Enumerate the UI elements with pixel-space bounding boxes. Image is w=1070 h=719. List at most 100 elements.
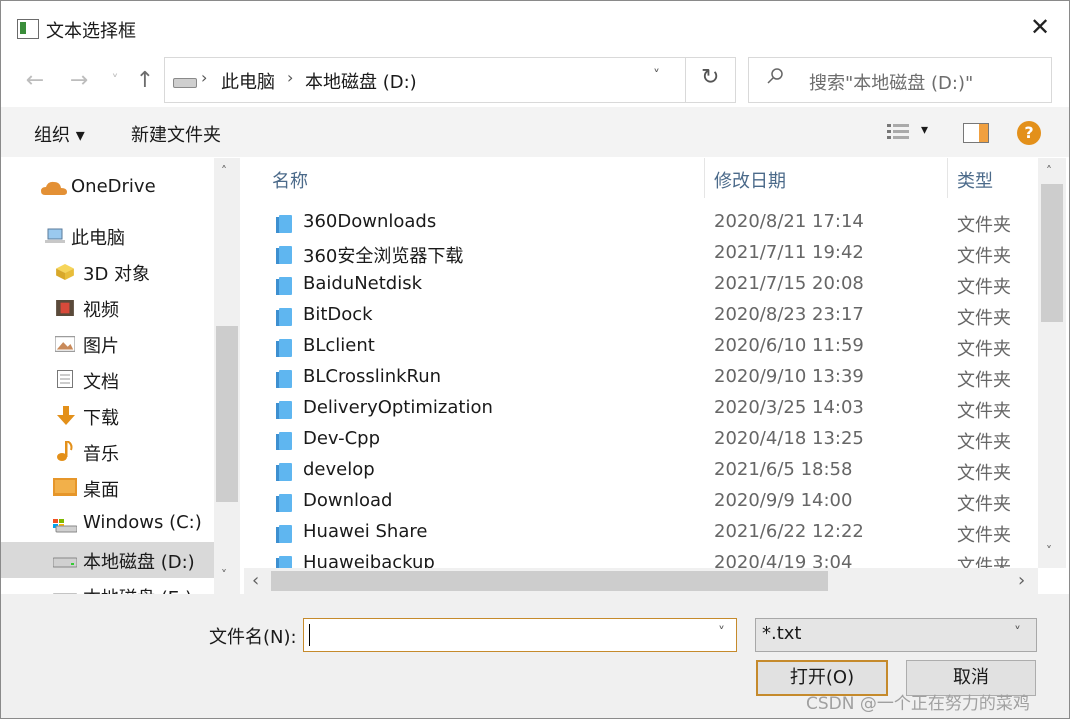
scroll-up-arrow[interactable]: ˄ [1046, 164, 1052, 178]
search-box[interactable]: 搜索"本地磁盘 (D:)" [748, 57, 1052, 103]
sidebar-item-label: 视频 [83, 300, 119, 321]
organize-menu[interactable]: 组织 ▾ [34, 121, 85, 147]
file-type: 文件夹 [957, 339, 1011, 360]
chevron-down-icon: ˅ [1014, 625, 1021, 641]
sidebar-item-label: Windows (C:) [83, 512, 202, 533]
file-name: DeliveryOptimization [303, 397, 493, 418]
file-name: Download [303, 490, 393, 511]
table-row[interactable]: 360安全浏览器下载 2021/7/11 19:42 文件夹 [244, 239, 1038, 270]
filename-field[interactable]: ˅ [303, 618, 737, 652]
vertical-scroll-thumb[interactable] [1041, 184, 1063, 322]
table-row[interactable]: 360Downloads 2020/8/21 17:14 文件夹 [244, 208, 1038, 239]
view-details-icon[interactable] [887, 123, 909, 141]
column-header-name[interactable]: 名称 [272, 167, 308, 209]
file-modified-date: 2021/6/5 18:58 [714, 459, 853, 480]
file-modified-date: 2021/6/22 12:22 [714, 521, 864, 542]
file-modified-date: 2020/3/25 14:03 [714, 397, 864, 418]
windows-drive-icon [53, 519, 77, 533]
file-name: Dev-Cpp [303, 428, 381, 449]
file-type: 文件夹 [957, 308, 1011, 329]
forward-button[interactable]: → [65, 67, 93, 95]
scroll-up-arrow[interactable]: ˄ [221, 164, 227, 178]
file-name: Huaweibackup [303, 552, 435, 568]
scroll-right-arrow[interactable]: › [1018, 570, 1025, 591]
sidebar-item-videos[interactable]: 视频 [1, 290, 214, 326]
file-type-value: *.txt [762, 623, 802, 644]
preview-pane-icon[interactable] [963, 123, 989, 143]
sidebar-item-desktop[interactable]: 桌面 [1, 470, 214, 506]
file-modified-date: 2021/7/11 19:42 [714, 242, 864, 263]
table-row[interactable]: BLclient 2020/6/10 11:59 文件夹 [244, 332, 1038, 363]
file-type: 文件夹 [957, 463, 1011, 484]
app-icon [17, 19, 39, 39]
sidebar-item-label: 音乐 [83, 444, 119, 465]
column-divider[interactable] [704, 158, 705, 198]
table-row[interactable]: BLCrosslinkRun 2020/9/10 13:39 文件夹 [244, 363, 1038, 394]
table-row[interactable]: Huaweibackup 2020/4/19 3:04 文件夹 [244, 549, 1038, 568]
filename-label: 文件名(N): [209, 627, 297, 648]
sidebar-item-label: 文档 [83, 372, 119, 393]
up-button[interactable]: ↑ [131, 67, 159, 95]
horizontal-scroll-thumb[interactable] [271, 571, 828, 591]
file-modified-date: 2020/4/18 13:25 [714, 428, 864, 449]
sidebar-item-documents[interactable]: 文档 [1, 362, 214, 398]
column-header-type[interactable]: 类型 [957, 167, 993, 209]
sidebar-item-local-disk-d[interactable]: 本地磁盘 (D:) [1, 542, 214, 578]
file-type-filter[interactable]: *.txt ˅ [755, 618, 1037, 652]
sidebar-item-label: 本地磁盘 (E:) [83, 584, 192, 594]
file-type: 文件夹 [957, 215, 1011, 236]
folder-icon [276, 215, 292, 233]
sidebar-item-label: 此电脑 [71, 228, 125, 249]
sidebar-item-downloads[interactable]: 下载 [1, 398, 214, 434]
new-folder-button[interactable]: 新建文件夹 [131, 121, 221, 147]
file-name: 360Downloads [303, 211, 437, 232]
folder-icon [276, 556, 292, 568]
file-type: 文件夹 [957, 525, 1011, 546]
drive-icon [53, 557, 77, 568]
navigation-scroll-thumb[interactable] [216, 326, 238, 502]
table-row[interactable]: DeliveryOptimization 2020/3/25 14:03 文件夹 [244, 394, 1038, 425]
column-divider[interactable] [947, 158, 948, 198]
navigation-pane: OneDrive 此电脑 3D 对象 视频 图片 文档 下载 音乐 桌面 Win… [1, 158, 241, 594]
refresh-button[interactable]: ↻ [685, 58, 735, 102]
table-row[interactable]: develop 2021/6/5 18:58 文件夹 [244, 456, 1038, 487]
close-button[interactable]: ✕ [1026, 13, 1054, 41]
sidebar-item-this-pc[interactable]: 此电脑 [1, 218, 214, 254]
view-dropdown-button[interactable]: ▾ [921, 122, 928, 138]
breadcrumb-local-disk-d[interactable]: 本地磁盘 (D:) [305, 68, 417, 94]
sidebar-item-3d-objects[interactable]: 3D 对象 [1, 254, 214, 290]
table-row[interactable]: BitDock 2020/8/23 23:17 文件夹 [244, 301, 1038, 332]
file-name: 360安全浏览器下载 [303, 246, 464, 267]
watermark: CSDN @一个正在努力的菜鸡 [806, 694, 1030, 714]
file-type: 文件夹 [957, 401, 1011, 422]
sidebar-item-label: 下载 [83, 408, 119, 429]
file-list: ˄ 名称 修改日期 类型 360Downloads 2020/8/21 17:14… [244, 158, 1038, 568]
search-input[interactable]: 搜索"本地磁盘 (D:)" [809, 69, 973, 95]
table-row[interactable]: BaiduNetdisk 2021/7/15 20:08 文件夹 [244, 270, 1038, 301]
help-icon[interactable]: ? [1017, 121, 1041, 145]
sidebar-item-onedrive[interactable]: OneDrive [1, 170, 214, 206]
sidebar-item-label: 3D 对象 [83, 264, 151, 285]
window-title: 文本选择框 [46, 21, 136, 42]
desktop-icon [53, 478, 77, 496]
address-dropdown-button[interactable]: ˅ [653, 68, 660, 84]
address-bar[interactable]: › 此电脑 › 本地磁盘 (D:) ˅ ↻ [164, 57, 736, 103]
column-header-date[interactable]: 修改日期 [714, 167, 786, 209]
sidebar-item-local-disk-e[interactable]: 本地磁盘 (E:) [1, 578, 214, 594]
sidebar-item-music[interactable]: 音乐 [1, 434, 214, 470]
sidebar-item-label: 图片 [83, 336, 119, 357]
sidebar-item-windows-c[interactable]: Windows (C:) [1, 506, 214, 542]
filename-dropdown-button[interactable]: ˅ [718, 625, 725, 641]
table-row[interactable]: Dev-Cpp 2020/4/18 13:25 文件夹 [244, 425, 1038, 456]
back-button[interactable]: ← [21, 67, 49, 95]
folder-icon [276, 401, 292, 419]
scroll-down-arrow[interactable]: ˅ [1046, 544, 1052, 558]
recent-locations-button[interactable]: ˅ [101, 67, 129, 95]
breadcrumb-this-pc[interactable]: 此电脑 [221, 68, 275, 94]
scroll-down-arrow[interactable]: ˅ [221, 568, 227, 582]
sidebar-item-label: 本地磁盘 (D:) [83, 552, 195, 573]
table-row[interactable]: Huawei Share 2021/6/22 12:22 文件夹 [244, 518, 1038, 549]
table-row[interactable]: Download 2020/9/9 14:00 文件夹 [244, 487, 1038, 518]
scroll-left-arrow[interactable]: ‹ [252, 570, 259, 591]
sidebar-item-pictures[interactable]: 图片 [1, 326, 214, 362]
